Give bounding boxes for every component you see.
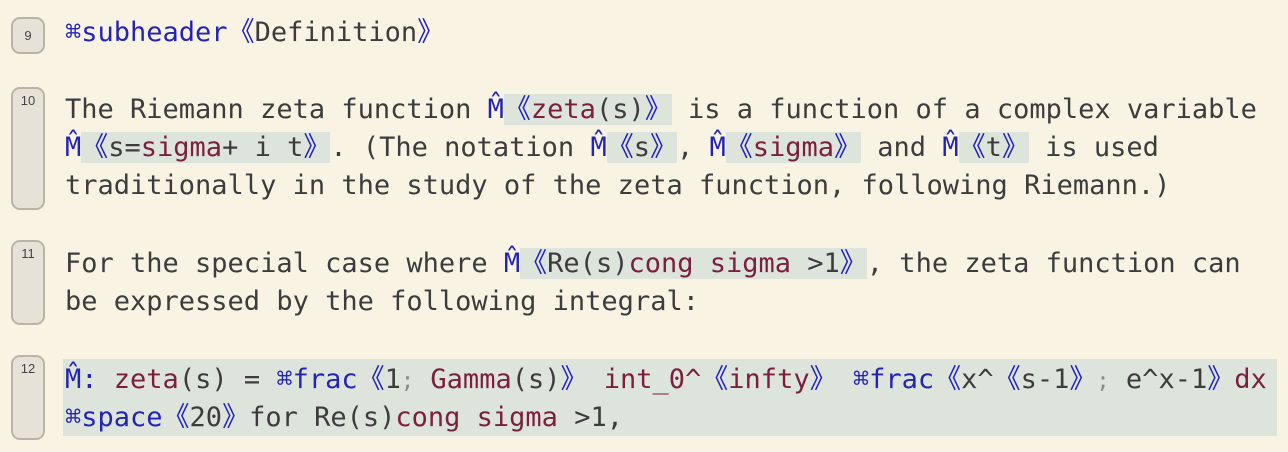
cell-number: 11 <box>21 246 35 261</box>
close-bracket: 》 <box>560 364 588 395</box>
text-run: is used <box>1028 132 1159 163</box>
math-text <box>414 364 430 395</box>
math-identifier: dx <box>1234 364 1267 395</box>
text-run: be expressed by the following integral: <box>65 286 699 317</box>
math-text: x^ <box>961 364 994 395</box>
math-text <box>587 364 603 395</box>
math-identifier: sigma <box>752 132 835 163</box>
math-text <box>837 364 853 395</box>
open-bracket: 《 <box>934 364 962 395</box>
math-text: 1 <box>384 364 401 395</box>
open-bracket: 《 <box>520 248 548 279</box>
close-bracket: 》 <box>417 17 445 48</box>
math-text: >1, <box>557 402 623 433</box>
open-bracket: 《 <box>606 132 634 163</box>
cell-10-line-1[interactable]: The Riemann zeta function M̂《zeta(s)》 is… <box>65 91 1257 129</box>
math-identifier: cong sigma <box>395 402 558 433</box>
close-bracket: 》 <box>1069 364 1097 395</box>
math-marker: M̂ <box>503 248 521 279</box>
separator: ; <box>400 369 415 394</box>
subheader-text: Definition <box>254 17 418 48</box>
cell-12-line-2[interactable]: ⌘space《20》for Re(s)cong sigma >1, <box>65 399 623 437</box>
open-bracket: 《 <box>993 364 1021 395</box>
cell-number: 10 <box>20 93 36 108</box>
cell-9-line-1[interactable]: ⌘subheader《Definition》 <box>65 14 444 52</box>
math-text: (s) = <box>178 364 277 395</box>
close-bracket: 》 <box>303 132 331 163</box>
open-bracket: 《 <box>725 132 753 163</box>
text-run: , <box>676 132 710 163</box>
math-text: s-1 <box>1020 364 1070 395</box>
close-bracket: 》 <box>649 132 677 163</box>
math-identifier: cong sigma <box>628 248 792 279</box>
cell-10-number-badge[interactable]: 10 <box>11 87 45 210</box>
math-text: s= <box>108 132 141 163</box>
close-bracket: 》 <box>222 402 250 433</box>
cell-11-line-2[interactable]: be expressed by the following integral: <box>65 283 699 321</box>
math-marker: M̂ <box>590 132 607 163</box>
text-run: . (The notation <box>330 132 591 163</box>
math-marker: M̂ <box>942 132 959 163</box>
cell-11-line-1[interactable]: For the special case where M̂《Re(s)cong … <box>65 245 1241 283</box>
cell-10-line-3[interactable]: traditionally in the study of the zeta f… <box>65 167 1170 205</box>
math-text: (s) <box>595 94 645 125</box>
open-bracket: 《 <box>162 402 190 433</box>
close-bracket: 》 <box>644 94 672 125</box>
math-text: Re(s) <box>547 248 629 279</box>
math-marker: M̂ <box>709 132 726 163</box>
math-text: >1 <box>791 248 840 279</box>
math-marker: M̂ <box>487 94 504 125</box>
cell-12-number-badge[interactable]: 12 <box>11 355 45 440</box>
open-bracket: 《 <box>958 132 986 163</box>
cell-12-line-1[interactable]: M̂: zeta(s) = ⌘frac《1; Gamma(s)》 int_0^《… <box>65 361 1267 399</box>
math-text: + i t <box>222 132 304 163</box>
math-identifier: sigma <box>140 132 223 163</box>
math-identifier: zeta <box>530 94 596 125</box>
open-bracket: 《 <box>357 364 385 395</box>
math-identifier: infty <box>728 364 810 395</box>
text-run: and <box>861 132 943 163</box>
close-bracket: 》 <box>809 364 837 395</box>
cell-number: 12 <box>20 361 36 376</box>
command-keyword: ⌘space <box>65 402 163 433</box>
math-text: e^x-1 <box>1109 364 1208 395</box>
text-run: The Riemann zeta function <box>65 94 488 125</box>
math-text: t <box>985 132 1002 163</box>
cell-10-line-2[interactable]: M̂《s=sigma+ i t》. (The notation M̂《s》, M… <box>65 129 1159 167</box>
math-text: 20 <box>189 402 223 433</box>
close-bracket: 》 <box>834 132 862 163</box>
text-run: For the special case where <box>65 248 504 279</box>
command-keyword: ⌘subheader <box>65 17 228 48</box>
open-bracket: 《 <box>701 364 729 395</box>
math-identifier: zeta <box>113 364 179 395</box>
math-marker: M̂ <box>65 132 82 163</box>
close-bracket: 》 <box>1207 364 1235 395</box>
math-identifier: int_0^ <box>603 364 702 395</box>
close-bracket: 》 <box>1001 132 1029 163</box>
math-text: for Re(s) <box>249 402 396 433</box>
open-bracket: 《 <box>503 94 531 125</box>
open-bracket: 《 <box>227 17 255 48</box>
text-run: , the zeta function can <box>866 248 1241 279</box>
open-bracket: 《 <box>81 132 109 163</box>
cell-number: 9 <box>24 28 32 43</box>
close-bracket: 》 <box>839 248 867 279</box>
cell-9-number-badge[interactable]: 9 <box>11 17 45 54</box>
command-keyword: ⌘frac <box>276 364 358 395</box>
math-text: (s) <box>511 364 561 395</box>
math-marker: M̂: <box>65 364 114 395</box>
text-run: traditionally in the study of the zeta f… <box>65 170 1171 201</box>
text-run: is a function of a complex variable <box>671 94 1257 125</box>
command-keyword: ⌘frac <box>852 364 935 395</box>
separator: ; <box>1096 369 1110 394</box>
math-identifier: Gamma <box>430 364 512 395</box>
math-text: s <box>633 132 650 163</box>
cell-11-number-badge[interactable]: 11 <box>11 240 45 325</box>
